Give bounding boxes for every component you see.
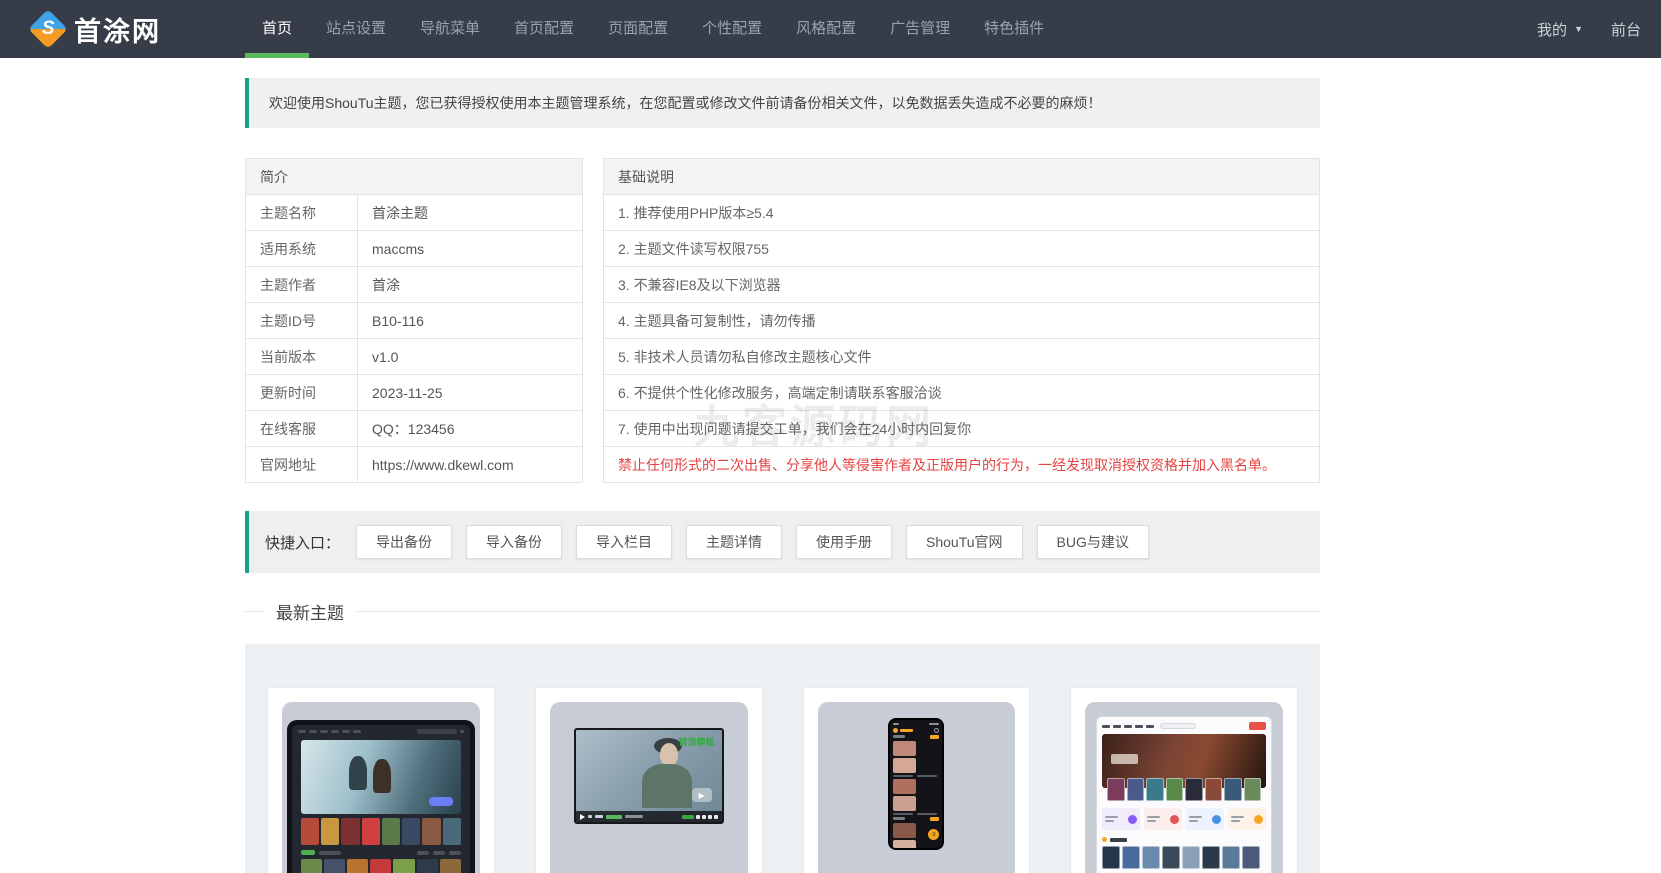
theme-preview-image [1096,716,1272,873]
my-dropdown[interactable]: 我的 ▼ [1537,19,1583,40]
notes-table-wrap: 基础说明 1. 推荐使用PHP版本≥5.42. 主题文件读写权限7553. 不兼… [603,158,1320,483]
theme-preview-image [287,720,475,873]
row-value: QQ：123456 [358,411,583,447]
heading-line-left [245,611,263,612]
table-row: 主题ID号 B10-116 [246,303,583,339]
player-watermark-text: 首涂模板 [679,735,715,748]
quick-entry-button[interactable]: 导入备份 [466,525,562,559]
theme-card-mobile-dark[interactable]: ≡ [803,687,1031,873]
row-label: 在线客服 [246,411,358,447]
chevron-down-icon: ▼ [1574,24,1583,34]
brand-logo[interactable]: S 首涂网 [34,0,161,58]
nav-item[interactable]: 页面配置 [591,0,685,58]
quick-entry-button[interactable]: ShouTu官网 [906,525,1023,559]
play-button-icon: ▶ [692,788,712,802]
row-value: 首涂主题 [358,195,583,231]
row-value: v1.0 [358,339,583,375]
row-label: 当前版本 [246,339,358,375]
section-title: 最新主题 [276,599,344,624]
theme-preview-placeholder: 首涂模板 ▶ [550,702,748,873]
main-nav: 首页站点设置导航菜单首页配置页面配置个性配置风格配置广告管理特色插件 [245,0,1061,58]
my-dropdown-label: 我的 [1537,19,1567,40]
welcome-alert: 欢迎使用ShouTu主题，您已获得授权使用本主题管理系统，在您配置或修改文件前请… [245,78,1320,128]
row-value: 首涂 [358,267,583,303]
table-row: 适用系统 maccms [246,231,583,267]
theme-preview-placeholder [1085,702,1283,873]
nav-item[interactable]: 广告管理 [873,0,967,58]
navbar: S 首涂网 首页站点设置导航菜单首页配置页面配置个性配置风格配置广告管理特色插件… [0,0,1661,58]
nav-right: 我的 ▼ 前台 [1537,0,1641,58]
heading-line-right [357,611,1320,612]
row-value: 2023-11-25 [358,375,583,411]
table-row: 2. 主题文件读写权限755 [604,231,1320,267]
intro-table: 简介 主题名称 首涂主题 适用系统 maccms 主题作者 首涂 主题ID号 B… [245,158,583,483]
theme-card-desktop-dark[interactable] [267,687,495,873]
table-row: 7. 使用中出现问题请提交工单，我们会在24小时内回复你 [604,411,1320,447]
quick-entry-bar: 快捷入口： 导出备份导入备份导入栏目主题详情使用手册 ShouTu官网 BUG与建议 [245,511,1320,573]
nav-item[interactable]: 导航菜单 [403,0,497,58]
nav-item[interactable]: 首页 [245,0,309,58]
quick-entry-button[interactable]: BUG与建议 [1037,525,1149,559]
nav-item[interactable]: 风格配置 [779,0,873,58]
nav-item[interactable]: 站点设置 [309,0,403,58]
themes-panel: 首涂模板 ▶ [245,644,1320,873]
quick-entry-label: 快捷入口： [265,532,340,553]
intro-table-title: 简介 [246,159,583,195]
theme-preview-placeholder [282,702,480,873]
row-label: 更新时间 [246,375,358,411]
quick-entry-button[interactable]: 导入栏目 [576,525,672,559]
theme-card-desktop-light[interactable] [1070,687,1298,873]
quick-entry-button[interactable]: 使用手册 [796,525,892,559]
row-value: B10-116 [358,303,583,339]
main-content: 欢迎使用ShouTu主题，您已获得授权使用本主题管理系统，在您配置或修改文件前请… [245,78,1320,873]
theme-preview-image: ≡ [888,718,944,850]
theme-preview-placeholder: ≡ [818,702,1016,873]
table-row: 在线客服 QQ：123456 [246,411,583,447]
latest-themes-heading: 最新主题 [245,599,1320,624]
row-value: https://www.dkewl.com [358,447,583,483]
table-row: 更新时间 2023-11-25 [246,375,583,411]
table-row: 官网地址 https://www.dkewl.com [246,447,583,483]
logo-text: 首涂网 [74,10,161,49]
table-row: 6. 不提供个性化修改服务，高端定制请联系客服洽谈 [604,375,1320,411]
info-tables: 简介 主题名称 首涂主题 适用系统 maccms 主题作者 首涂 主题ID号 B… [245,158,1320,483]
theme-card-video-player[interactable]: 首涂模板 ▶ [535,687,763,873]
quick-entry-button[interactable]: 主题详情 [686,525,782,559]
table-row: 1. 推荐使用PHP版本≥5.4 [604,195,1320,231]
nav-item[interactable]: 个性配置 [685,0,779,58]
row-label: 主题ID号 [246,303,358,339]
notes-table-title: 基础说明 [604,159,1320,195]
player-controls [576,811,722,822]
theme-preview-image: 首涂模板 ▶ [574,728,724,824]
quick-entry-buttons: 导出备份导入备份导入栏目主题详情使用手册 ShouTu官网 BUG与建议 [342,525,1149,559]
table-row: 5. 非技术人员请勿私自修改主题核心文件 [604,339,1320,375]
warning-row: 禁止任何形式的二次出售、分享他人等侵害作者及正版用户的行为，一经发现取消授权资格… [604,447,1320,483]
frontend-link[interactable]: 前台 [1611,19,1641,40]
row-label: 主题作者 [246,267,358,303]
row-label: 适用系统 [246,231,358,267]
table-row: 主题名称 首涂主题 [246,195,583,231]
table-row: 4. 主题具备可复制性，请勿传播 [604,303,1320,339]
quick-entry-button[interactable]: 导出备份 [356,525,452,559]
table-row: 主题作者 首涂 [246,267,583,303]
row-label: 官网地址 [246,447,358,483]
logo-icon: S [28,9,68,49]
table-row: 当前版本 v1.0 [246,339,583,375]
nav-item[interactable]: 首页配置 [497,0,591,58]
notes-table: 基础说明 1. 推荐使用PHP版本≥5.42. 主题文件读写权限7553. 不兼… [603,158,1320,483]
table-row: 3. 不兼容IE8及以下浏览器 [604,267,1320,303]
nav-item[interactable]: 特色插件 [967,0,1061,58]
row-label: 主题名称 [246,195,358,231]
row-value: maccms [358,231,583,267]
